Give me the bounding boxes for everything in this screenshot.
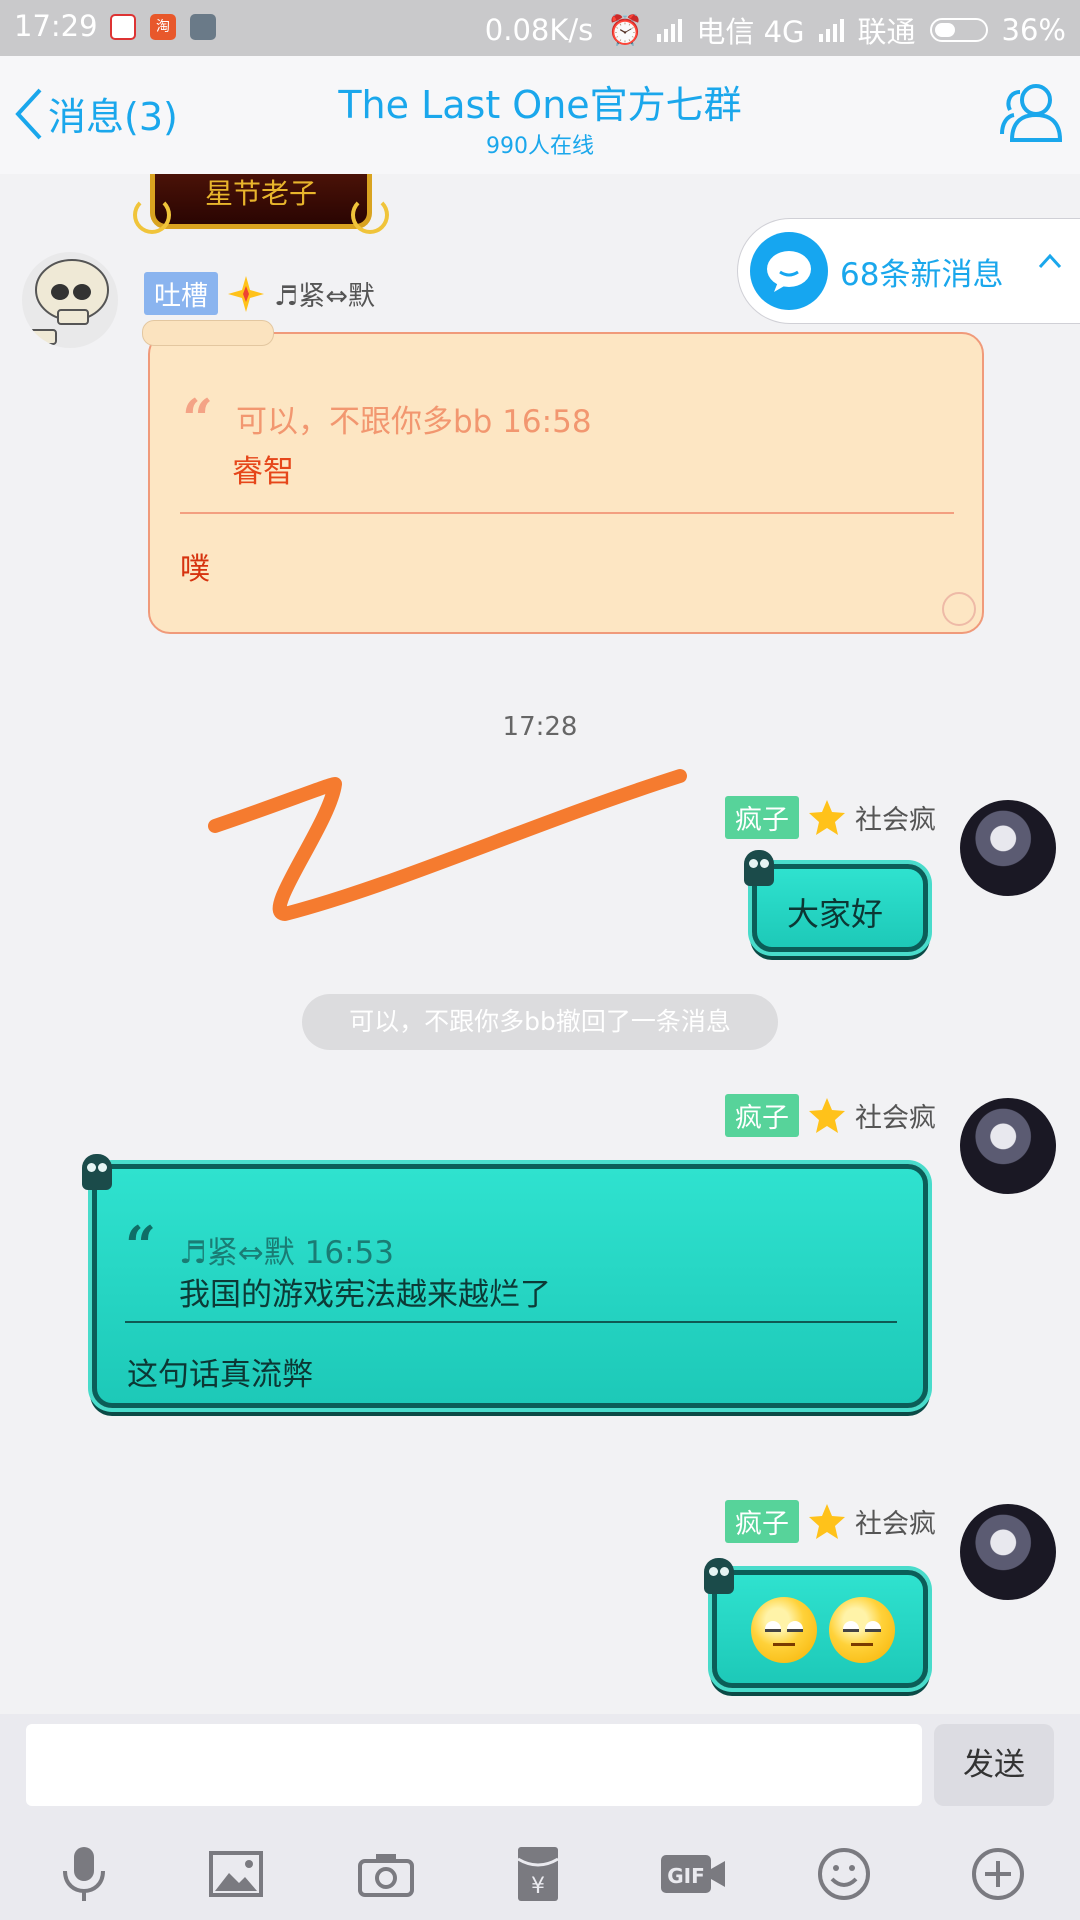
input-bar: 发送 ¥ GIF [0, 1714, 1080, 1920]
camera-button[interactable] [354, 1842, 418, 1906]
scroll-rod [142, 320, 274, 346]
alarm-icon: ⏰ [607, 12, 644, 47]
member-tag: 疯子 [725, 1094, 799, 1137]
message-bubble[interactable] [712, 1570, 928, 1688]
signal-icon [657, 18, 683, 42]
group-members-button[interactable] [998, 82, 1064, 148]
sender-name[interactable]: 社会疯 [855, 798, 936, 837]
taobao-icon: 淘 [150, 14, 176, 40]
quoted-text: 我国的游戏宪法越来越烂了 [179, 1277, 551, 1313]
quoted-text: 睿智 [232, 454, 294, 490]
message-bubble[interactable]: “ 可以，不跟你多bb 16:58 睿智 噗 [142, 320, 984, 634]
message-list[interactable]: 星节老子 吐槽 ♬紧⇔默 “ 可以，不跟你多bb 16:58 睿智 噗 68条新… [0, 174, 1080, 1714]
owl-icon [82, 1154, 112, 1190]
time-divider: 17:28 [502, 712, 578, 742]
rolling-eyes-emoji-icon [829, 1597, 895, 1663]
member-tag: 吐槽 [144, 272, 218, 315]
title-plaque: 星节老子 [133, 174, 389, 234]
new-messages-button[interactable]: 68条新消息 [737, 218, 1080, 324]
quote-icon: “ [125, 1214, 157, 1278]
new-messages-label: 68条新消息 [840, 256, 1004, 293]
red-packet-icon: ¥ [517, 1847, 559, 1901]
image-icon [209, 1851, 263, 1897]
avatar[interactable] [960, 1098, 1056, 1194]
carrier-1: 电信 4G [696, 15, 805, 49]
group-title: The Last One官方七群 [338, 83, 742, 127]
network-speed: 0.08K/s [484, 13, 594, 47]
level-badge-icon [809, 1097, 845, 1133]
message-text: 噗 [180, 552, 210, 587]
member-tag: 疯子 [725, 1500, 799, 1543]
more-button[interactable] [966, 1842, 1030, 1906]
status-bar: 17:29 淘 0.08K/s ⏰ 电信 4G 联通 36% [0, 0, 1080, 56]
orange-scribble [208, 769, 687, 921]
chat-header: 消息(3) The Last One官方七群 990人在线 [0, 56, 1080, 174]
owl-icon [704, 1558, 734, 1594]
gif-icon: GIF [661, 1855, 725, 1893]
seal-icon [942, 592, 976, 626]
member-tag: 疯子 [725, 796, 799, 839]
avatar[interactable] [960, 800, 1056, 896]
rolling-eyes-emoji-icon [751, 1597, 817, 1663]
level-badge-icon [809, 1503, 845, 1539]
plus-icon [972, 1848, 1024, 1900]
recall-notice: 可以，不跟你多bb撤回了一条消息 [302, 994, 778, 1050]
sender-row: 吐槽 ♬紧⇔默 [144, 272, 375, 315]
level-badge-icon [228, 275, 264, 312]
carrier-2: 联通 [857, 15, 916, 49]
mic-icon [63, 1847, 105, 1901]
message-bubble[interactable]: 大家好 [752, 864, 928, 952]
sender-row: 疯子 社会疯 [725, 796, 936, 839]
quote-divider [125, 1321, 897, 1323]
status-right: 0.08K/s ⏰ 电信 4G 联通 36% [485, 9, 1066, 51]
status-app-icons: 淘 [110, 14, 216, 40]
quoted-header: 可以，不跟你多bb 16:58 [236, 404, 592, 440]
app-notification-icon [190, 14, 216, 40]
online-count: 990人在线 [486, 134, 594, 159]
quote-divider [180, 512, 954, 514]
owl-icon [744, 850, 774, 886]
message-text: 大家好 [787, 895, 884, 933]
group-members-icon [1000, 84, 1063, 142]
skull-avatar-icon [25, 259, 109, 345]
send-button[interactable]: 发送 [934, 1724, 1054, 1806]
sender-row: 疯子 社会疯 [725, 1094, 936, 1137]
app-notification-icon [110, 14, 136, 40]
quoted-header: ♬紧⇔默 16:53 [179, 1235, 394, 1271]
gif-button[interactable]: GIF [658, 1842, 728, 1906]
message-text: 这句话真流弊 [127, 1357, 313, 1393]
battery-icon [929, 18, 988, 42]
message-bubble[interactable]: “ ♬紧⇔默 16:53 我国的游戏宪法越来越烂了 这句话真流弊 [92, 1164, 928, 1408]
sender-name[interactable]: ♬紧⇔默 [274, 274, 375, 313]
avatar[interactable] [960, 1504, 1056, 1600]
camera-icon [358, 1854, 414, 1897]
battery-level: 36% [1001, 13, 1066, 47]
sender-name[interactable]: 社会疯 [855, 1502, 936, 1541]
status-time: 17:29 [14, 9, 98, 43]
svg-text:GIF: GIF [667, 1864, 705, 1888]
message-input[interactable] [26, 1724, 922, 1806]
quote-icon: “ [182, 387, 214, 451]
emoji-button[interactable] [812, 1842, 876, 1906]
sender-row: 疯子 社会疯 [725, 1500, 936, 1543]
avatar[interactable] [22, 252, 118, 348]
chevron-up-icon [1038, 253, 1062, 269]
signal-icon [818, 18, 844, 42]
voice-button[interactable] [52, 1842, 116, 1906]
emoji-icon [818, 1848, 870, 1900]
level-badge-icon [809, 799, 845, 835]
chat-bubble-icon [750, 232, 828, 310]
image-button[interactable] [204, 1842, 268, 1906]
sender-name[interactable]: 社会疯 [855, 1096, 936, 1135]
red-packet-button[interactable]: ¥ [506, 1842, 570, 1906]
svg-text:¥: ¥ [531, 1874, 545, 1899]
input-toolbar: ¥ GIF [0, 1832, 1080, 1912]
